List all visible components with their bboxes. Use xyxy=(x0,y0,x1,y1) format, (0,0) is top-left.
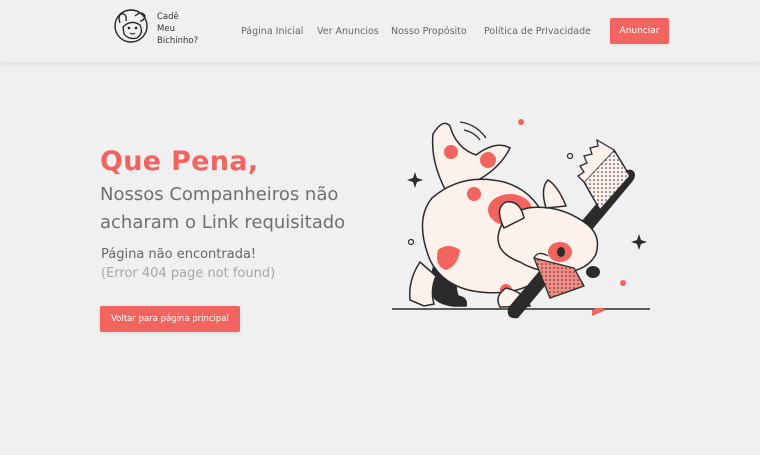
pet-logo-icon xyxy=(114,9,148,43)
dog-chewing-toothbrush-illustration xyxy=(392,119,650,319)
announce-button[interactable]: Anunciar xyxy=(610,18,669,44)
not-found-message: Página não encontrada! xyxy=(101,247,257,262)
subtitle-line-1: Nossos Companheiros não xyxy=(100,184,339,205)
nav-link-listings[interactable]: Ver Anuncios xyxy=(317,26,379,37)
nav-link-purpose[interactable]: Nosso Propósito xyxy=(391,26,467,37)
subtitle-line-2: acharam o Link requisitado xyxy=(100,212,346,233)
logo-text: Cadê Meu Bichinho? xyxy=(157,11,198,47)
top-navbar: Cadê Meu Bichinho? Página Inicial Ver An… xyxy=(0,0,760,63)
nav-link-home[interactable]: Página Inicial xyxy=(241,26,303,37)
nav-link-privacy[interactable]: Política de Privacidade xyxy=(484,26,591,37)
error-code-message: (Error 404 page not found) xyxy=(101,266,276,281)
page-title: Que Pena, xyxy=(100,146,259,177)
brand-logo[interactable]: Cadê Meu Bichinho? xyxy=(111,7,211,49)
logo-line-3: Bichinho? xyxy=(157,36,199,46)
logo-line-2: Meu xyxy=(157,24,175,34)
back-to-home-button[interactable]: Voltar para página principal xyxy=(100,306,240,332)
logo-line-1: Cadê xyxy=(157,12,179,22)
